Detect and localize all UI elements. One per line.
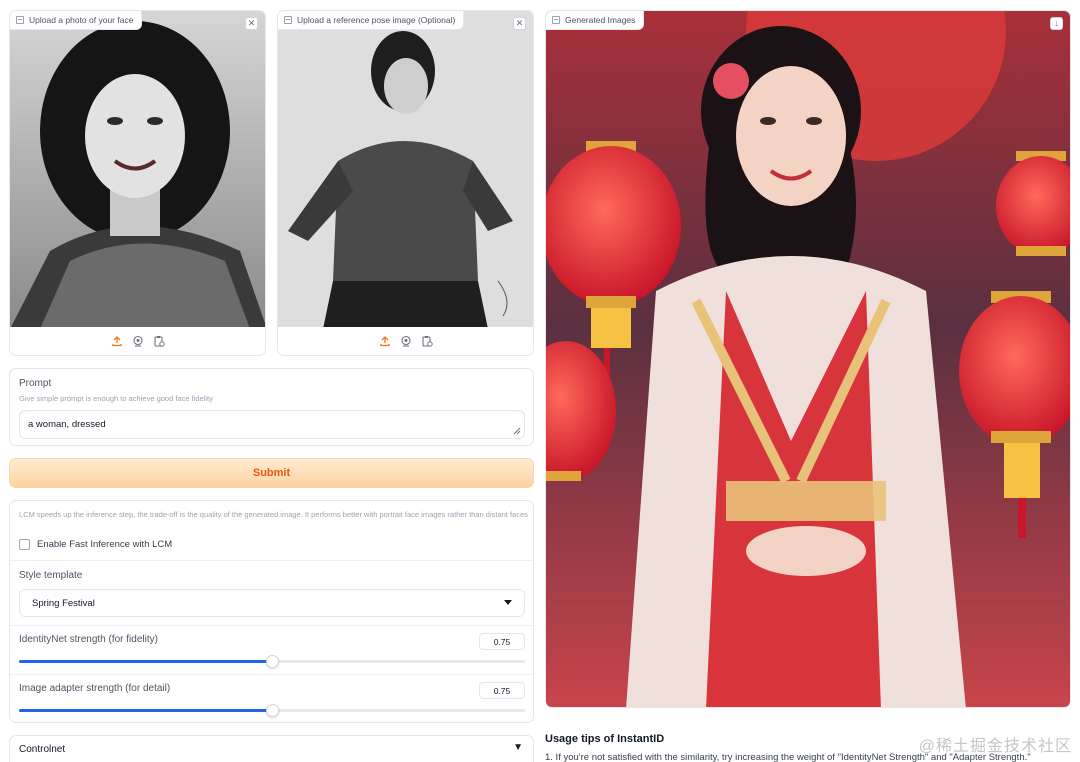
watermark: @稀土掘金技术社区	[918, 738, 1072, 755]
lcm-checkbox-label: Enable Fast Inference with LCM	[37, 539, 173, 550]
face-upload-toolbar	[10, 327, 265, 355]
download-button[interactable]: ↓	[1050, 17, 1063, 30]
webcam-icon[interactable]	[131, 335, 144, 348]
webcam-icon[interactable]	[399, 335, 412, 348]
upload-icon[interactable]	[378, 335, 391, 348]
divider	[10, 674, 533, 675]
controlnet-label: Controlnet	[19, 744, 66, 755]
adapter-number-input[interactable]: 0.75	[479, 682, 525, 699]
face-upload-label: Upload a photo of your face	[10, 11, 143, 30]
lcm-info: LCM speeds up the inference step, the tr…	[19, 510, 528, 519]
adapter-label: Image adapter strength (for detail)	[19, 683, 171, 694]
clipboard-icon[interactable]	[420, 335, 433, 348]
dropdown-arrow-icon	[504, 600, 512, 605]
resize-handle-icon[interactable]	[513, 427, 521, 435]
face-upload-panel[interactable]: Upload a photo of your face ✕	[9, 10, 266, 356]
image-icon	[16, 16, 24, 24]
adapter-slider-thumb[interactable]	[266, 704, 279, 717]
identitynet-number-input[interactable]: 0.75	[479, 633, 525, 650]
identitynet-slider-thumb[interactable]	[266, 655, 279, 668]
prompt-info: Give simple prompt is enough to achieve …	[19, 394, 213, 403]
adapter-slider[interactable]	[19, 704, 525, 717]
pose-photo	[278, 11, 533, 327]
pose-upload-panel[interactable]: Upload a reference pose image (Optional)…	[277, 10, 534, 356]
style-template-label: Style template	[19, 570, 83, 581]
pose-upload-toolbar	[278, 327, 533, 355]
generated-image[interactable]	[546, 11, 1070, 707]
pose-upload-label: Upload a reference pose image (Optional)	[278, 11, 465, 30]
pose-clear-button[interactable]: ✕	[513, 17, 526, 30]
style-template-dropdown[interactable]: Spring Festival	[19, 589, 525, 617]
divider	[10, 625, 533, 626]
clipboard-icon[interactable]	[152, 335, 165, 348]
style-template-value: Spring Festival	[32, 597, 95, 609]
usage-tips-heading: Usage tips of InstantID	[545, 733, 665, 745]
lcm-checkbox-row[interactable]: Enable Fast Inference with LCM	[19, 539, 172, 550]
accordion-arrow-icon: ▼	[513, 742, 523, 753]
prompt-label: Prompt	[19, 378, 52, 389]
face-photo	[10, 11, 265, 327]
identitynet-label: IdentityNet strength (for fidelity)	[19, 634, 158, 645]
submit-button[interactable]: Submit	[9, 458, 534, 488]
prompt-input[interactable]: a woman, dressed	[19, 410, 525, 439]
output-label: Generated Images	[546, 11, 645, 30]
adapter-slider-fill	[19, 709, 272, 712]
controlnet-accordion[interactable]: Controlnet ▼	[9, 735, 534, 762]
image-icon	[284, 16, 292, 24]
upload-icon[interactable]	[110, 335, 123, 348]
divider	[10, 560, 533, 561]
prompt-block: Prompt Give simple prompt is enough to a…	[9, 368, 534, 446]
identitynet-slider[interactable]	[19, 655, 525, 668]
lcm-checkbox[interactable]	[19, 539, 30, 550]
face-clear-button[interactable]: ✕	[245, 17, 258, 30]
image-icon	[552, 16, 560, 24]
output-gallery: Generated Images ↓	[545, 10, 1071, 708]
identitynet-slider-fill	[19, 660, 272, 663]
settings-block: LCM speeds up the inference step, the tr…	[9, 500, 534, 723]
